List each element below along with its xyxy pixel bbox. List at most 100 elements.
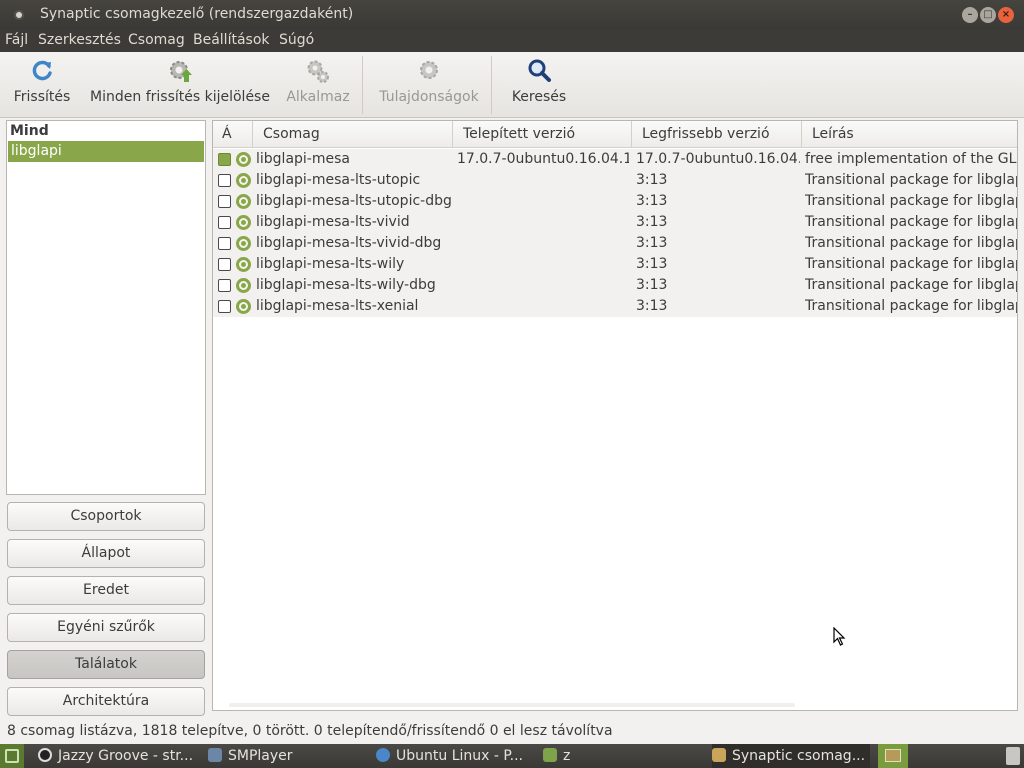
latest-version: 3:13 [636, 277, 668, 293]
package-name: libglapi-mesa-lts-utopic [256, 172, 421, 188]
table-row[interactable]: libglapi-mesa-lts-utopic 3:13 Transitional… [213, 170, 1017, 191]
apply-button[interactable]: Alkalmaz [283, 52, 353, 118]
mouse-cursor-icon [833, 627, 846, 646]
architecture-button[interactable]: Architektúra [7, 687, 205, 716]
package-checkbox[interactable] [218, 258, 231, 271]
menu-edit[interactable]: Szerkesztés [38, 32, 121, 48]
taskbar-item-label: Synaptic csomag... [732, 748, 866, 764]
package-checkbox[interactable] [218, 279, 231, 292]
package-checkbox[interactable] [218, 300, 231, 313]
table-row[interactable]: libglapi-mesa-lts-wily 3:13 Transitional p… [213, 254, 1017, 275]
toolbar: Frissítés Minden frissítés kijelölése Al… [0, 52, 1024, 118]
package-name: libglapi-mesa-lts-wily [256, 256, 405, 272]
package-name: libglapi-mesa-lts-xenial [256, 298, 419, 314]
search-results-button[interactable]: Találatok [7, 650, 205, 679]
table-row[interactable]: libglapi-mesa-lts-vivid-dbg 3:13 Transitio… [213, 233, 1017, 254]
gears-icon [307, 60, 329, 83]
minimize-button[interactable]: – [962, 7, 978, 23]
close-button[interactable]: × [998, 7, 1014, 23]
package-description: Transitional package for libglapi-mesa-l… [805, 193, 1017, 209]
toolbar-separator [362, 56, 363, 114]
table-row[interactable]: libglapi-mesa-lts-xenial 3:13 Transitional… [213, 296, 1017, 317]
mark-all-label: Minden frissítés kijelölése [90, 89, 270, 105]
package-checkbox[interactable] [218, 153, 231, 166]
package-name: libglapi-mesa-lts-vivid-dbg [256, 235, 442, 251]
taskbar-item-label: Jazzy Groove - str... [58, 748, 194, 764]
package-checkbox[interactable] [218, 174, 231, 187]
package-description: Transitional package for libglapi-mesa-l… [805, 172, 1017, 188]
column-status[interactable]: Á [213, 121, 253, 148]
package-checkbox[interactable] [218, 216, 231, 229]
table-row[interactable]: libglapi-mesa-lts-vivid 3:13 Transitional … [213, 212, 1017, 233]
package-description: Transitional package for libglapi-mesa-l… [805, 298, 1017, 314]
package-description: Transitional package for libglapi-mesa-l… [805, 235, 1017, 251]
maximize-button[interactable]: □ [980, 7, 996, 23]
taskbar-item-smplayer[interactable]: SMPlayer [208, 744, 363, 768]
taskbar-item-label: z [563, 748, 571, 764]
supported-status-icon [236, 173, 251, 188]
latest-version: 17.0.7-0ubuntu0.16.04.1 [636, 151, 800, 167]
column-installed-version[interactable]: Telepített verzió [453, 121, 632, 148]
package-checkbox[interactable] [218, 237, 231, 250]
search-label: Keresés [511, 89, 567, 105]
latest-version: 3:13 [636, 172, 668, 188]
supported-status-icon [236, 236, 251, 251]
smplayer-icon [208, 748, 222, 762]
show-desktop-button[interactable] [0, 744, 24, 768]
menu-package[interactable]: Csomag [128, 32, 185, 48]
package-description: free implementation of the GL API -- sha… [805, 151, 1017, 167]
filter-item-libglapi[interactable]: libglapi [8, 141, 204, 162]
column-package[interactable]: Csomag [253, 121, 453, 148]
horizontal-scrollbar[interactable] [229, 703, 795, 707]
column-description[interactable]: Leírás [802, 121, 1017, 148]
origin-button[interactable]: Eredet [7, 576, 205, 605]
title-bar: Synaptic csomagkezelő (rendszergazdaként… [0, 0, 1024, 30]
search-button[interactable]: Keresés [505, 52, 573, 118]
synaptic-icon [712, 748, 726, 762]
table-header: Á Csomag Telepített verzió Legfrissebb v… [213, 121, 1017, 148]
supported-status-icon [236, 278, 251, 293]
table-row[interactable]: libglapi-mesa 17.0.7-0ubuntu0.16.04.1 17.0… [213, 149, 1017, 170]
package-name: libglapi-mesa [256, 151, 350, 167]
menu-file[interactable]: Fájl [5, 32, 28, 48]
taskbar-item-folder[interactable]: z [543, 744, 698, 768]
window-title: Synaptic csomagkezelő (rendszergazdaként… [40, 6, 354, 22]
status-bar: 8 csomag listázva, 1818 telepítve, 0 tör… [7, 723, 613, 739]
table-row[interactable]: libglapi-mesa-lts-utopic-dbg 3:13 Transiti… [213, 191, 1017, 212]
latest-version: 3:13 [636, 298, 668, 314]
latest-version: 3:13 [636, 193, 668, 209]
taskbar-item-label: SMPlayer [228, 748, 293, 764]
refresh-icon [32, 60, 52, 81]
sections-button[interactable]: Csoportok [7, 502, 205, 531]
table-row[interactable]: libglapi-mesa-lts-wily-dbg 3:13 Transition… [213, 275, 1017, 296]
supported-status-icon [236, 215, 251, 230]
latest-version: 3:13 [636, 235, 668, 251]
window-menu-icon[interactable] [14, 10, 24, 20]
filter-list-header[interactable]: Mind [10, 123, 49, 139]
latest-version: 3:13 [636, 256, 668, 272]
package-description: Transitional package for libglapi-mesa-l… [805, 277, 1017, 293]
supported-status-icon [236, 299, 251, 314]
menu-help[interactable]: Súgó [279, 32, 314, 48]
taskbar-item-synaptic[interactable]: Synaptic csomag... [712, 744, 870, 768]
package-description: Transitional package for libglapi-mesa-l… [805, 214, 1017, 230]
custom-filters-button[interactable]: Egyéni szűrők [7, 613, 205, 642]
reload-button[interactable]: Frissítés [8, 52, 76, 118]
taskbar-item-browser[interactable]: Ubuntu Linux - P... [376, 744, 534, 768]
status-button[interactable]: Állapot [7, 539, 205, 568]
package-checkbox[interactable] [218, 195, 231, 208]
filter-list: Mind libglapi [6, 120, 206, 495]
menu-settings[interactable]: Beállítások [193, 32, 270, 48]
workspace-switcher[interactable] [878, 744, 908, 768]
toolbar-separator [491, 56, 492, 114]
supported-status-icon [236, 194, 251, 209]
properties-button[interactable]: Tulajdonságok [376, 52, 482, 118]
column-latest-version[interactable]: Legfrissebb verzió [632, 121, 802, 148]
taskbar-item-audio[interactable]: Jazzy Groove - str... [38, 744, 200, 768]
trash-icon[interactable] [1002, 744, 1024, 768]
taskbar: Jazzy Groove - str... SMPlayer Ubuntu Li… [0, 744, 1024, 768]
installed-version: 17.0.7-0ubuntu0.16.04.1 [457, 151, 629, 167]
mark-all-upgrades-button[interactable]: Minden frissítés kijelölése [90, 52, 270, 118]
audio-player-icon [38, 748, 52, 762]
package-name: libglapi-mesa-lts-wily-dbg [256, 277, 436, 293]
